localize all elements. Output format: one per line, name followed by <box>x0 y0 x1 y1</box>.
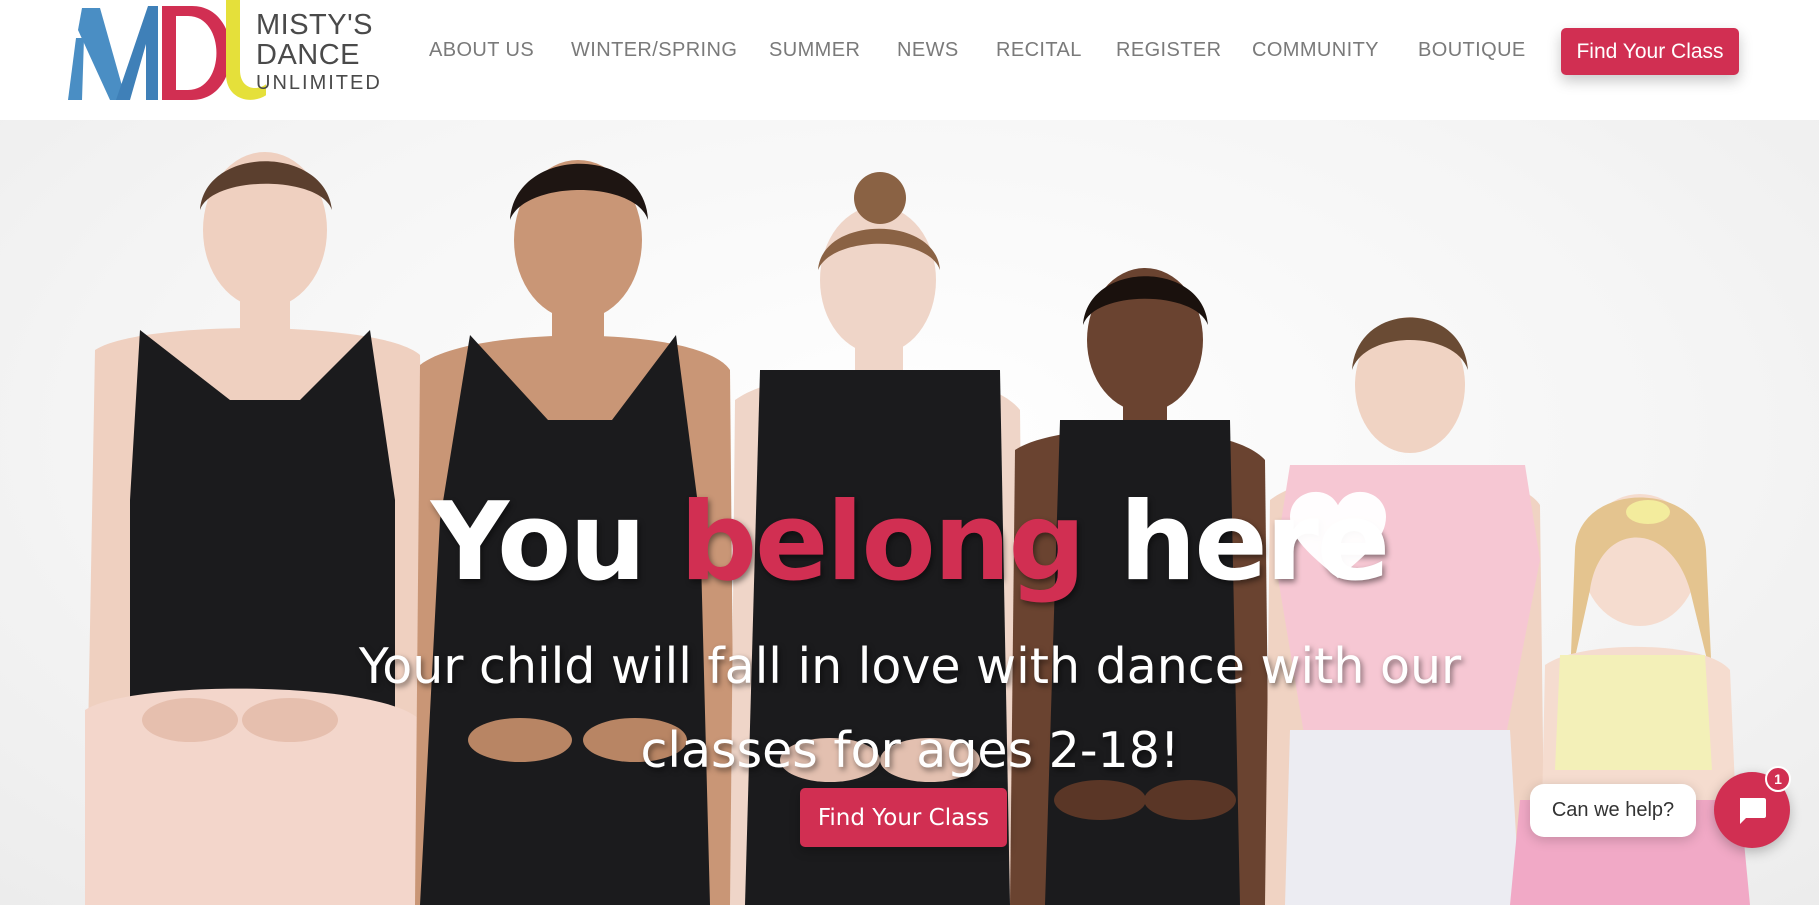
hero-heading: You belong here <box>0 489 1819 597</box>
hero-section: You belong here Your child will fall in … <box>0 120 1819 905</box>
hero-find-your-class-button[interactable]: Find Your Class <box>800 788 1007 847</box>
nav-boutique[interactable]: BOUTIQUE <box>1418 39 1526 62</box>
hero-heading-belong: belong <box>679 480 1086 605</box>
chat-help-bubble[interactable]: Can we help? <box>1530 784 1696 837</box>
nav-register[interactable]: REGISTER <box>1116 39 1221 62</box>
nav-summer[interactable]: SUMMER <box>769 39 860 62</box>
hero-subtitle: Your child will fall in love with dance … <box>358 638 1462 779</box>
heart-icon <box>1290 491 1386 579</box>
chat-icon <box>1740 798 1766 824</box>
nav-recital[interactable]: RECITAL <box>996 39 1082 62</box>
main-nav: ABOUT US WINTER/SPRING SUMMER NEWS RECIT… <box>0 0 1819 104</box>
nav-winter-spring[interactable]: WINTER/SPRING <box>571 39 737 62</box>
site-header: MISTY'S DANCE UNLIMITED ABOUT US WINTER/… <box>0 0 1819 120</box>
chat-help-text: Can we help? <box>1551 799 1675 821</box>
find-your-class-button[interactable]: Find Your Class <box>1561 28 1739 75</box>
hero-heading-you: You <box>430 480 646 605</box>
nav-news[interactable]: NEWS <box>897 39 959 62</box>
nav-community[interactable]: COMMUNITY <box>1252 39 1379 62</box>
dancer-figure <box>1265 317 1545 905</box>
chat-notification-badge: 1 <box>1765 766 1791 792</box>
nav-about-us[interactable]: ABOUT US <box>429 39 534 62</box>
